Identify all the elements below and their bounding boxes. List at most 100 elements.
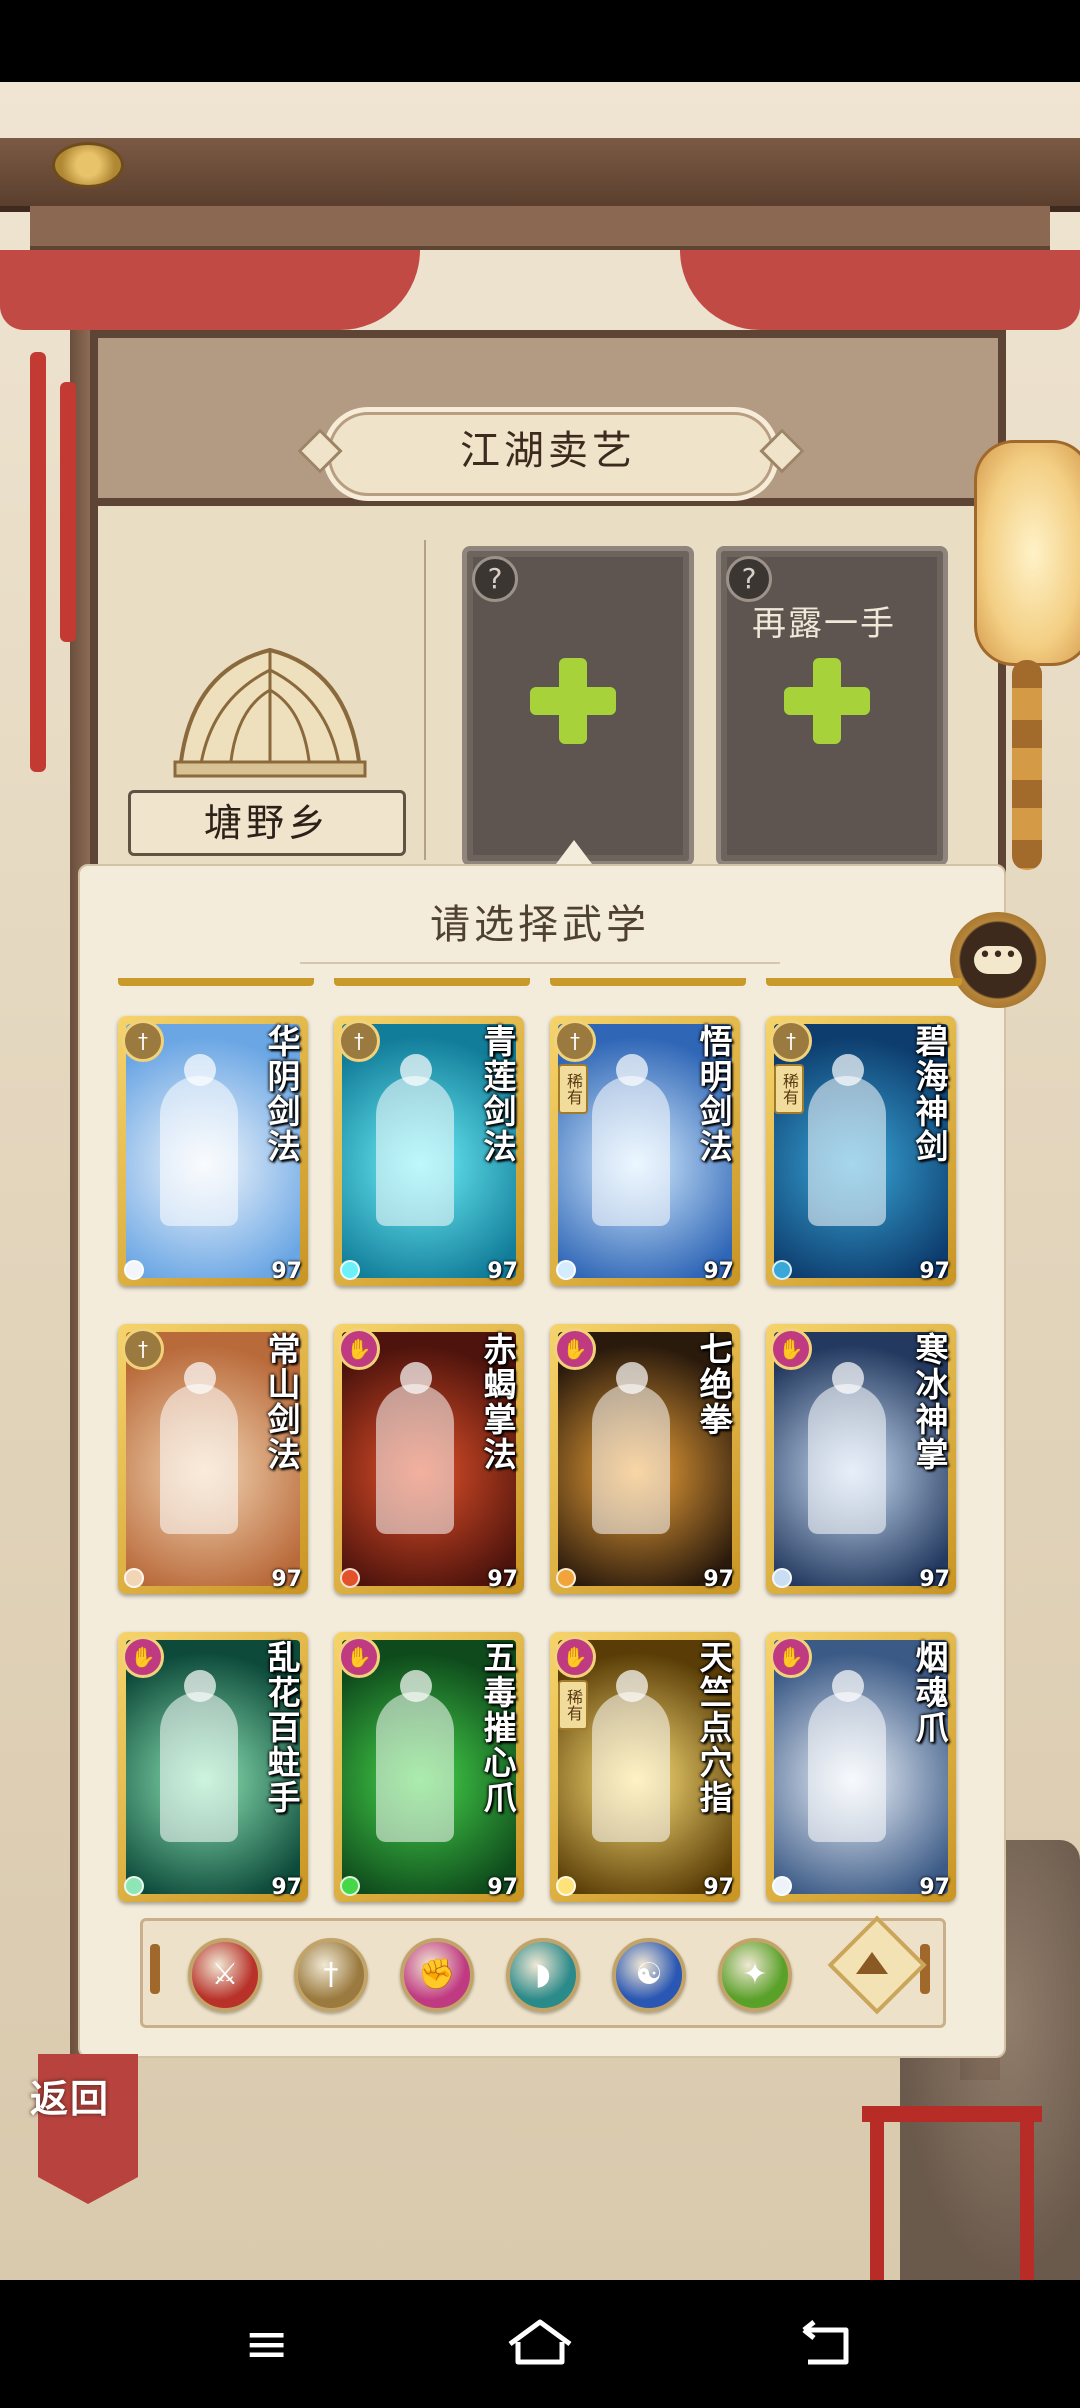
skill-card[interactable]: † 稀有 悟明剑法 97 [550,1016,740,1286]
skill-card[interactable]: ✋ 寒冰神掌 97 [766,1324,956,1594]
card-level: 97 [919,1259,950,1284]
character-figure [808,1076,886,1226]
back-icon[interactable] [796,2316,856,2372]
panel-divider [300,962,780,964]
character-figure [376,1076,454,1226]
card-level: 97 [487,1259,518,1284]
card-name: 赤蝎掌法 [478,1332,517,1472]
character-head [184,1670,216,1702]
skill-card[interactable]: ✋ 赤蝎掌法 97 [334,1324,524,1594]
palm-school-icon: ✋ [338,1636,380,1678]
lantern [974,440,1080,666]
divider [424,540,426,860]
element-icon [124,1568,144,1588]
rare-tag: 稀有 [558,1680,588,1730]
blade-icon[interactable]: ⚔ [188,1938,262,2012]
sword-school-icon: † [554,1020,596,1062]
skill-card[interactable]: ✋ 稀有 天竺点穴指 97 [550,1632,740,1902]
filter-bar-end [150,1944,160,1994]
card-level: 97 [271,1259,302,1284]
panel-title: 请选择武学 [430,902,650,948]
back-button[interactable]: 返回 [30,2068,110,2123]
skill-card[interactable]: † 青莲剑法 97 [334,1016,524,1286]
element-icon [340,1260,360,1280]
card-level: 97 [919,1875,950,1900]
character-figure [808,1692,886,1842]
slot-pointer [556,840,592,864]
chevron-up-icon [856,1952,888,1974]
roof-beam-lower [30,206,1050,250]
character-head [400,1670,432,1702]
character-head [616,1362,648,1394]
card-name: 碧海神剑 [910,1024,949,1164]
bench-leg [1020,2116,1034,2280]
curtain-right [680,250,1080,330]
skill-card[interactable]: † 常山剑法 97 [118,1324,308,1594]
palm-school-icon: ✋ [338,1328,380,1370]
element-icon [556,1568,576,1588]
element-icon [556,1876,576,1896]
element-icon [772,1876,792,1896]
tassel-left-2 [60,382,76,642]
palm-school-icon: ✋ [554,1328,596,1370]
card-edge [766,978,962,986]
character-figure [160,1384,238,1534]
skill-card[interactable]: ✋ 五毒摧心爪 97 [334,1632,524,1902]
card-level: 97 [487,1567,518,1592]
card-name: 悟明剑法 [694,1024,733,1164]
palm-school-icon: ✋ [770,1328,812,1370]
system-nav-bar: ≡ [0,2280,1080,2408]
card-level: 97 [703,1567,734,1592]
card-level: 97 [271,1875,302,1900]
element-icon [124,1260,144,1280]
character-head [832,1362,864,1394]
character-figure [376,1692,454,1842]
character-figure [592,1692,670,1842]
character-head [616,1670,648,1702]
element-icon [772,1260,792,1280]
character-head [616,1054,648,1086]
hidden-weapon-icon[interactable]: ✦ [718,1938,792,2012]
sword-school-icon: † [770,1020,812,1062]
card-edge [334,978,530,986]
character-figure [808,1384,886,1534]
fist-icon[interactable]: ✊ [400,1938,474,2012]
skill-card[interactable]: ✋ 七绝拳 97 [550,1324,740,1594]
character-head [400,1362,432,1394]
element-icon [772,1568,792,1588]
slot-2-caption: 再露一手 [752,604,896,644]
card-name: 常山剑法 [262,1332,301,1472]
hut-icon [173,647,367,778]
menu-icon[interactable]: ≡ [244,2314,289,2374]
tassel-left [30,352,46,772]
chat-icon[interactable]: ••• [974,945,1022,974]
taiji-icon[interactable]: ☯ [612,1938,686,2012]
card-name: 华阴剑法 [262,1024,301,1164]
character-figure [160,1692,238,1842]
question-icon[interactable]: ? [472,556,518,602]
lantern-tassel [1012,660,1042,870]
page-title: 江湖卖艺 [460,428,636,474]
home-icon[interactable] [504,2316,576,2372]
sword-icon[interactable]: † [294,1938,368,2012]
location-label: 塘野乡 [128,790,406,856]
sword-school-icon: † [122,1328,164,1370]
roof-beam [0,138,1080,212]
palm-school-icon: ✋ [770,1636,812,1678]
bench-leg [870,2116,884,2280]
fan-icon[interactable]: ◗ [506,1938,580,2012]
skill-card[interactable]: † 稀有 碧海神剑 97 [766,1016,956,1286]
skill-card[interactable]: ✋ 乱花百蛀手 97 [118,1632,308,1902]
character-figure [376,1384,454,1534]
sword-school-icon: † [122,1020,164,1062]
bench [862,2106,1042,2122]
card-level: 97 [919,1567,950,1592]
skill-card[interactable]: † 华阴剑法 97 [118,1016,308,1286]
card-name: 烟魂爪 [910,1640,949,1745]
card-edge [550,978,746,986]
card-name: 七绝拳 [694,1332,733,1437]
sword-school-icon: † [338,1020,380,1062]
card-name: 青莲剑法 [478,1024,517,1164]
character-head [400,1054,432,1086]
skill-card[interactable]: ✋ 烟魂爪 97 [766,1632,956,1902]
